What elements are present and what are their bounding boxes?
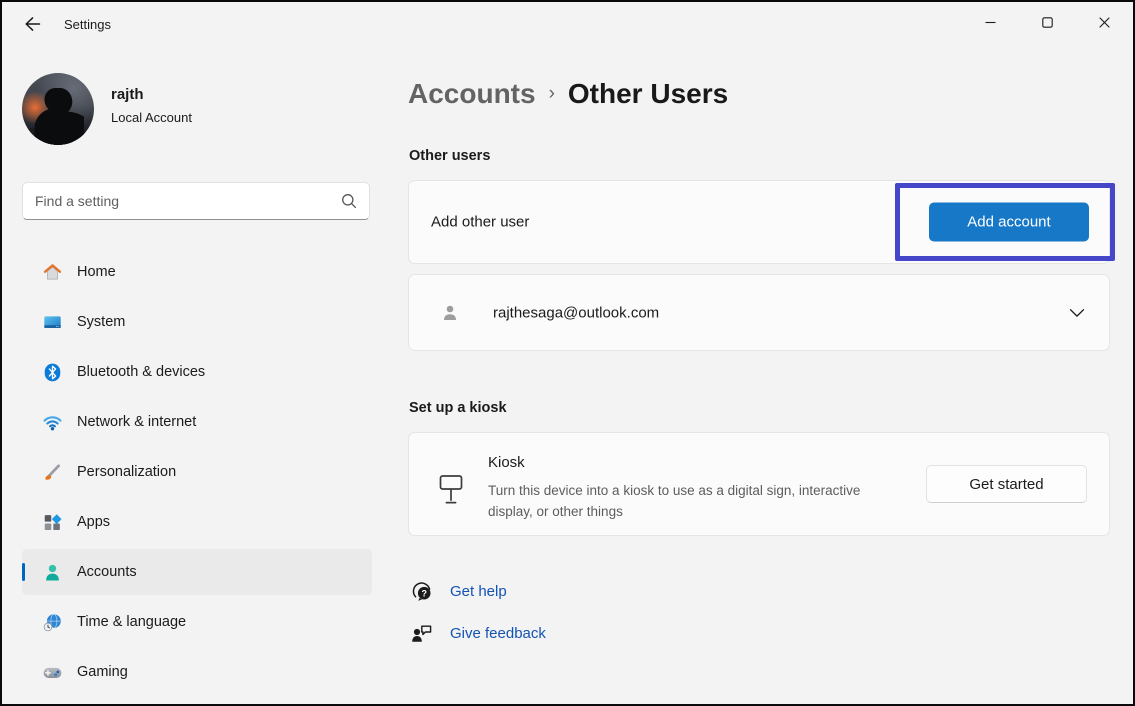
maximize-icon (1042, 17, 1053, 28)
home-icon (42, 262, 63, 283)
sidebar-item-personalization[interactable]: Personalization (22, 449, 372, 495)
account-email: rajthesaga@outlook.com (493, 304, 659, 321)
app-title: Settings (64, 17, 111, 32)
add-account-button[interactable]: Add account (929, 203, 1089, 242)
apps-icon (42, 512, 63, 533)
sidebar-item-network-internet[interactable]: Network & internet (22, 399, 372, 445)
kiosk-title: Kiosk (488, 454, 525, 471)
network-wifi-icon (42, 412, 63, 433)
add-other-user-label: Add other user (431, 214, 529, 231)
system-icon (42, 312, 63, 333)
minimize-icon (985, 17, 996, 28)
user-profile[interactable]: rajth Local Account (22, 73, 192, 145)
user-account-type: Local Account (111, 110, 192, 125)
svg-text:?: ? (421, 588, 427, 598)
user-name: rajth (111, 86, 192, 103)
titlebar: Settings (2, 2, 1133, 46)
close-icon (1099, 17, 1110, 28)
settings-window: Settings (0, 0, 1135, 706)
sidebar-item-system[interactable]: System (22, 299, 372, 345)
breadcrumb-accounts[interactable]: Accounts (408, 78, 536, 109)
kiosk-card: Kiosk Turn this device into a kiosk to u… (408, 432, 1110, 536)
get-help-icon: ? (410, 580, 434, 603)
person-icon (439, 302, 461, 324)
sidebar-item-time-language[interactable]: Time & language (22, 599, 372, 645)
page-title: Other Users (568, 78, 728, 109)
give-feedback-link[interactable]: Give feedback (450, 625, 546, 642)
give-feedback-icon (410, 622, 434, 645)
personalization-brush-icon (42, 462, 63, 483)
kiosk-icon (438, 474, 464, 505)
kiosk-description: Turn this device into a kiosk to use as … (488, 480, 888, 522)
minimize-button[interactable] (962, 2, 1019, 42)
back-button[interactable] (14, 9, 50, 39)
maximize-button[interactable] (1019, 2, 1076, 42)
search-icon (341, 193, 357, 209)
kiosk-heading: Set up a kiosk (409, 400, 507, 416)
sidebar-item-apps[interactable]: Apps (22, 499, 372, 545)
get-help-link[interactable]: Get help (450, 583, 507, 600)
bluetooth-icon (42, 362, 63, 383)
accounts-person-icon (42, 562, 63, 583)
breadcrumb: Accounts › Other Users (408, 78, 728, 110)
sidebar-item-bluetooth-devices[interactable]: Bluetooth & devices (22, 349, 372, 395)
back-arrow-icon (24, 16, 41, 32)
sidebar-item-accounts[interactable]: Accounts (22, 549, 372, 595)
sidebar-item-home[interactable]: Home (22, 249, 372, 295)
give-feedback-row: Give feedback (410, 622, 546, 645)
gaming-gamepad-icon (42, 662, 63, 683)
search-box (22, 182, 370, 220)
other-users-heading: Other users (409, 148, 490, 164)
sidebar-item-gaming[interactable]: Gaming (22, 649, 372, 695)
breadcrumb-separator: › (549, 83, 555, 104)
sidebar-nav: Home System Bluetooth & devices Network … (22, 249, 372, 699)
avatar (22, 73, 94, 145)
other-user-account-row[interactable]: rajthesaga@outlook.com (408, 274, 1110, 351)
close-button[interactable] (1076, 2, 1133, 42)
get-help-row: ? Get help (410, 580, 507, 603)
chevron-down-icon[interactable] (1069, 308, 1085, 317)
window-controls (962, 2, 1133, 42)
search-input[interactable] (35, 193, 341, 209)
add-other-user-card: Add other user Add account (408, 180, 1110, 264)
time-language-globe-icon (42, 612, 63, 633)
get-started-button[interactable]: Get started (926, 465, 1087, 503)
